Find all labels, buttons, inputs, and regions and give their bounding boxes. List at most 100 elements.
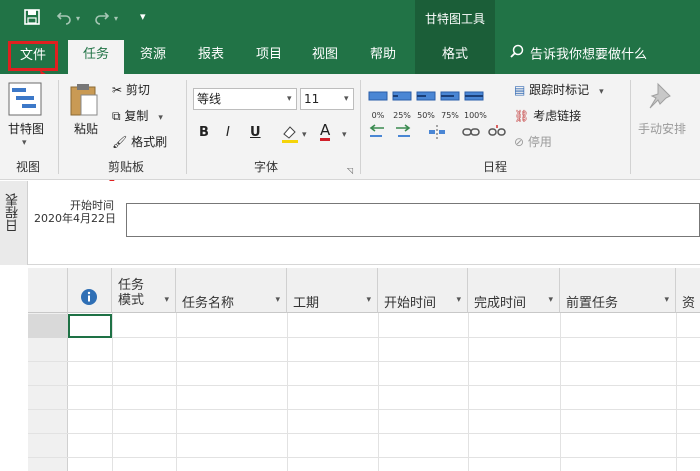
row-divider bbox=[28, 433, 700, 434]
column-indicators[interactable] bbox=[68, 268, 112, 313]
copy-icon: ⧉ bbox=[112, 109, 125, 123]
tell-me-search[interactable]: 告诉我你想要做什么 bbox=[510, 40, 647, 70]
tab-file[interactable]: 文件 bbox=[8, 41, 58, 71]
column-start-filter-icon[interactable]: ▾ bbox=[456, 295, 461, 305]
mark-on-track-icon: ▤ bbox=[514, 83, 530, 97]
link-tasks-icon[interactable] bbox=[462, 124, 480, 143]
column-task-mode-filter-icon[interactable]: ▾ bbox=[164, 295, 169, 305]
col-divider bbox=[378, 313, 379, 471]
column-finish-label: 完成时间 bbox=[474, 296, 527, 311]
gantt-chart-button[interactable]: 甘特图 bbox=[8, 120, 44, 137]
clipboard-group-label: 剪贴板 bbox=[107, 160, 144, 174]
percent-50-button[interactable]: 50% bbox=[416, 88, 436, 120]
redo-icon[interactable] bbox=[94, 9, 110, 29]
row-divider bbox=[28, 457, 700, 458]
percent-0-button[interactable]: 0% bbox=[368, 88, 388, 120]
highlight-dropdown-icon[interactable]: ▾ bbox=[302, 130, 307, 140]
inactivate-icon: ⊘ bbox=[514, 135, 528, 149]
view-group-label: 视图 bbox=[15, 160, 40, 174]
unlink-tasks-icon[interactable] bbox=[488, 124, 506, 143]
respect-links-icon: ⛓ bbox=[514, 109, 534, 123]
timeline-start-date: 2020年4月22日 bbox=[34, 212, 116, 225]
highlight-color-icon[interactable] bbox=[280, 124, 300, 147]
row-header-1[interactable] bbox=[28, 314, 68, 338]
tab-project[interactable]: 项目 bbox=[244, 40, 294, 74]
move-task-forward-icon[interactable] bbox=[394, 124, 412, 143]
group-divider bbox=[630, 80, 631, 174]
move-task-back-icon[interactable] bbox=[368, 124, 386, 143]
save-icon[interactable] bbox=[24, 9, 40, 29]
percent-75-button[interactable]: 75% bbox=[440, 88, 460, 120]
column-start[interactable]: 开始时间 ▾ bbox=[378, 268, 468, 313]
undo-icon[interactable] bbox=[56, 9, 72, 29]
font-dialog-launcher-icon[interactable]: ◹ bbox=[347, 166, 353, 175]
column-finish[interactable]: 完成时间 ▾ bbox=[468, 268, 560, 313]
app-window: 甘特图工具 ▾ ▾ ▾ 文件 任务 资源 报表 项目 视图 帮助 格式 告诉我你… bbox=[0, 0, 700, 471]
timeline-bar[interactable] bbox=[126, 203, 700, 237]
col-divider bbox=[560, 313, 561, 471]
tab-view[interactable]: 视图 bbox=[300, 40, 350, 74]
context-tab-title: 甘特图工具 bbox=[424, 12, 485, 26]
mark-on-track-button[interactable]: ▤ 跟踪时标记 ▾ bbox=[514, 80, 604, 102]
split-task-icon[interactable] bbox=[428, 124, 446, 143]
column-task-name[interactable]: 任务名称 ▾ bbox=[176, 268, 287, 313]
font-name-dropdown-icon[interactable]: ▾ bbox=[287, 94, 292, 104]
schedule-group-label: 日程 bbox=[482, 160, 507, 174]
font-name-select[interactable]: 等线 bbox=[193, 88, 297, 110]
percent-100-button[interactable]: 100% bbox=[464, 88, 487, 120]
bold-button[interactable]: B bbox=[199, 125, 209, 140]
info-icon bbox=[81, 289, 97, 305]
column-task-name-filter-icon[interactable]: ▾ bbox=[275, 295, 280, 305]
column-predecessors-filter-icon[interactable]: ▾ bbox=[664, 295, 669, 305]
respect-links-button[interactable]: ⛓ 考虑链接 bbox=[514, 106, 581, 126]
tab-resource[interactable]: 资源 bbox=[128, 40, 178, 74]
copy-dropdown-icon[interactable]: ▾ bbox=[158, 113, 163, 123]
column-predecessors-label: 前置任务 bbox=[566, 296, 619, 311]
inactivate-button[interactable]: ⊘ 停用 bbox=[514, 132, 552, 152]
column-resource[interactable]: 资 bbox=[676, 268, 700, 313]
search-label: 告诉我你想要做什么 bbox=[530, 47, 648, 63]
mark-on-track-dropdown-icon[interactable]: ▾ bbox=[599, 87, 604, 97]
group-divider bbox=[186, 80, 187, 174]
pushpin-icon[interactable] bbox=[648, 82, 678, 119]
manual-schedule-button[interactable]: 手动安排 bbox=[638, 120, 686, 137]
cut-button[interactable]: ✂ 剪切 bbox=[112, 80, 150, 100]
column-start-label: 开始时间 bbox=[384, 296, 437, 311]
column-predecessors[interactable]: 前置任务 ▾ bbox=[560, 268, 676, 313]
tab-format[interactable]: 格式 bbox=[415, 40, 495, 74]
font-size-dropdown-icon[interactable]: ▾ bbox=[344, 94, 349, 104]
column-duration-filter-icon[interactable]: ▾ bbox=[366, 295, 371, 305]
search-icon bbox=[510, 40, 524, 70]
tab-report[interactable]: 报表 bbox=[186, 40, 236, 74]
selected-cell[interactable] bbox=[68, 314, 112, 338]
paste-button[interactable]: 粘贴 bbox=[74, 120, 98, 137]
font-color-dropdown-icon[interactable]: ▾ bbox=[342, 130, 347, 140]
column-resource-label: 资 bbox=[682, 296, 696, 311]
row-divider bbox=[28, 337, 700, 338]
col-divider bbox=[287, 313, 288, 471]
format-painter-button[interactable]: 🖌 格式刷 bbox=[112, 132, 167, 152]
font-color-button[interactable]: A bbox=[320, 122, 331, 141]
copy-button[interactable]: ⧉ 复制 ▾ bbox=[112, 106, 163, 128]
font-group-label: 字体 bbox=[253, 160, 278, 174]
column-duration[interactable]: 工期 ▾ bbox=[287, 268, 378, 313]
column-duration-label: 工期 bbox=[293, 296, 320, 311]
customize-qat-icon[interactable]: ▾ bbox=[140, 9, 146, 25]
column-task-mode-label: 任务 模式 bbox=[118, 278, 145, 308]
redo-dropdown-icon[interactable]: ▾ bbox=[114, 11, 118, 27]
column-finish-filter-icon[interactable]: ▾ bbox=[548, 295, 553, 305]
percent-25-button[interactable]: 25% bbox=[392, 88, 412, 120]
col-divider bbox=[112, 313, 113, 471]
row-divider bbox=[28, 409, 700, 410]
gantt-dropdown-icon[interactable]: ▾ bbox=[22, 138, 27, 148]
underline-button[interactable]: U bbox=[250, 125, 261, 140]
gantt-chart-icon[interactable] bbox=[8, 82, 42, 119]
column-task-mode[interactable]: 任务 模式 ▾ bbox=[112, 268, 176, 313]
select-all-corner[interactable] bbox=[28, 268, 68, 313]
group-divider bbox=[360, 80, 361, 174]
tab-help[interactable]: 帮助 bbox=[358, 40, 408, 74]
column-task-name-label: 任务名称 bbox=[182, 296, 235, 311]
italic-button[interactable]: I bbox=[226, 125, 230, 140]
undo-dropdown-icon[interactable]: ▾ bbox=[76, 11, 80, 27]
paste-icon[interactable] bbox=[68, 82, 100, 121]
